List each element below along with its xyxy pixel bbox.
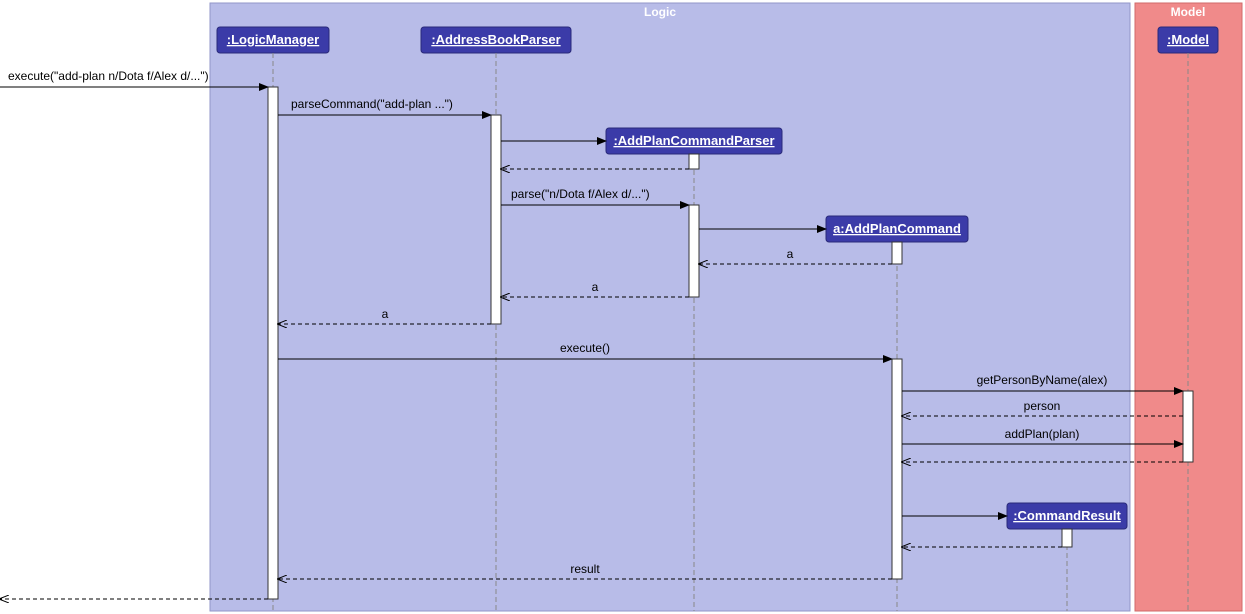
addplan-parser-label: :AddPlanCommandParser (613, 133, 774, 148)
msg-return-a1-label: a (787, 247, 794, 261)
logic-manager-label: :LogicManager (227, 32, 319, 47)
addplan-parser-activation-2 (689, 205, 699, 297)
msg-get-person-label: getPersonByName(alex) (977, 373, 1108, 387)
command-result-label: :CommandResult (1013, 508, 1121, 523)
addressbook-parser-activation (491, 115, 501, 324)
msg-add-plan-label: addPlan(plan) (1005, 427, 1080, 441)
msg-parse-label: parse("n/Dota f/Alex d/...") (511, 187, 650, 201)
addplan-command-activation-1 (892, 242, 902, 264)
msg-execute-label: execute() (560, 341, 610, 355)
model-title: Model (1171, 5, 1206, 19)
logic-title: Logic (644, 5, 676, 19)
command-result-activation (1062, 529, 1072, 547)
logic-manager-activation (268, 87, 278, 599)
logic-region (210, 3, 1130, 611)
addplan-command-activation-2 (892, 359, 902, 579)
msg-execute-entry-label: execute("add-plan n/Dota f/Alex d/...") (8, 69, 209, 83)
model-label: :Model (1167, 32, 1209, 47)
msg-return-a2-label: a (592, 280, 599, 294)
msg-return-result-label: result (570, 562, 600, 576)
addplan-parser-activation-1 (689, 154, 699, 169)
msg-return-person-label: person (1024, 399, 1061, 413)
addressbook-parser-label: :AddressBookParser (431, 32, 560, 47)
model-activation (1183, 391, 1193, 462)
sequence-diagram: Logic Model :LogicManager :AddressBookPa… (0, 0, 1245, 614)
addplan-command-label: a:AddPlanCommand (833, 221, 961, 236)
msg-parse-command-label: parseCommand("add-plan ...") (291, 97, 453, 111)
msg-return-a3-label: a (382, 307, 389, 321)
